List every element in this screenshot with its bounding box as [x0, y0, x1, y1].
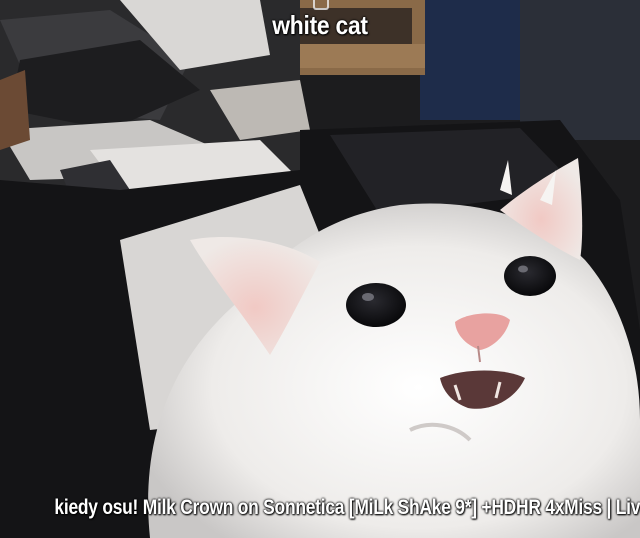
meme-image: white cat kiedy osu! Milk Crown on Sonne… — [0, 0, 640, 538]
cat-left-eye — [346, 283, 406, 327]
cat-photo — [0, 0, 640, 538]
bottom-caption: kiedy osu! Milk Crown on Sonnetica [MiLk… — [54, 496, 640, 519]
corner-glyph-icon — [313, 0, 329, 10]
cat-right-eye — [504, 256, 556, 296]
top-caption: white cat — [272, 10, 368, 40]
